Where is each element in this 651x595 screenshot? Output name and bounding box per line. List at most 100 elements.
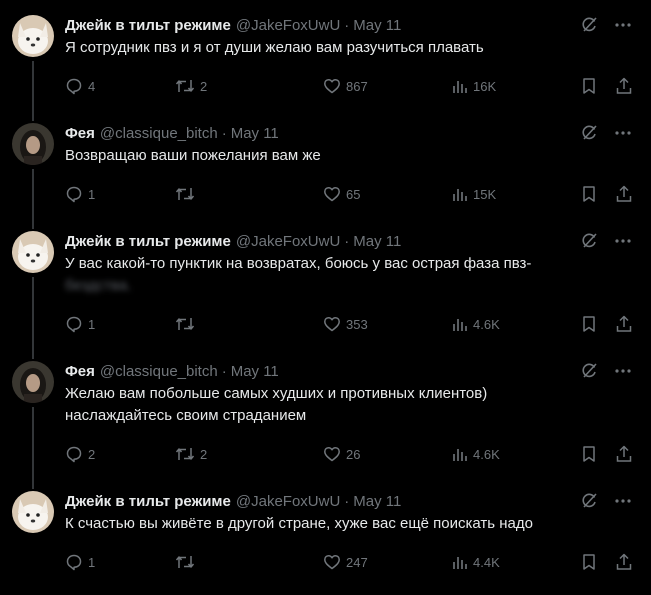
share-button[interactable] — [615, 313, 633, 335]
share-button[interactable] — [615, 443, 633, 465]
retweet-button[interactable]: 2 — [175, 75, 207, 97]
bookmark-button[interactable] — [581, 313, 597, 335]
retweet-button[interactable]: 2 — [175, 443, 207, 465]
reply-count: 1 — [88, 554, 96, 570]
bookmark-button[interactable] — [581, 551, 597, 573]
author-name[interactable]: Джейк в тильт режиме — [65, 17, 231, 34]
like-button[interactable]: 353 — [323, 313, 368, 335]
more-icon[interactable] — [613, 123, 633, 143]
view-count: 4.6K — [473, 446, 500, 462]
tweet-top-actions — [579, 491, 633, 511]
author-handle[interactable]: @JakeFoxUwU — [236, 493, 340, 510]
reply-count: 2 — [88, 446, 96, 462]
reply-button[interactable]: 1 — [65, 183, 95, 205]
like-count: 867 — [346, 78, 368, 94]
retweet-count: 2 — [200, 78, 208, 94]
share-icon — [616, 315, 632, 332]
more-icon[interactable] — [613, 15, 633, 35]
tweet-top-actions — [579, 231, 633, 251]
conversation-thread: Джейк в тильт режиме @JakeFoxUwU · May 1… — [0, 0, 651, 595]
separator: · — [344, 16, 350, 34]
views-button[interactable]: 4.4K — [452, 551, 500, 573]
author-handle[interactable]: @JakeFoxUwU — [236, 17, 340, 34]
retweet-icon — [175, 448, 195, 460]
tweet-date[interactable]: May 11 — [353, 233, 401, 250]
views-button[interactable]: 15K — [452, 183, 496, 205]
author-handle[interactable]: @classique_bitch — [100, 125, 218, 142]
views-button[interactable]: 4.6K — [452, 443, 500, 465]
retweet-button[interactable] — [175, 313, 200, 335]
avatar[interactable] — [12, 123, 54, 165]
thread-line — [32, 407, 34, 489]
tweet-header: Фея @classique_bitch · May 11 — [65, 361, 279, 381]
separator: · — [221, 362, 227, 380]
like-button[interactable]: 65 — [323, 183, 360, 205]
views-button[interactable]: 4.6K — [452, 313, 500, 335]
reply-icon — [66, 78, 82, 95]
share-button[interactable] — [615, 75, 633, 97]
more-icon[interactable] — [613, 361, 633, 381]
views-icon — [453, 557, 467, 569]
retweet-button[interactable] — [175, 183, 200, 205]
white-fox-icon — [12, 15, 54, 57]
tweet-header: Фея @classique_bitch · May 11 — [65, 123, 279, 143]
reply-button[interactable]: 4 — [65, 75, 95, 97]
share-button[interactable] — [615, 183, 633, 205]
retweet-icon — [175, 318, 195, 330]
author-name[interactable]: Джейк в тильт режиме — [65, 233, 231, 250]
avatar[interactable] — [12, 491, 54, 533]
tweet-header: Джейк в тильт режиме @JakeFoxUwU · May 1… — [65, 491, 401, 511]
retweet-count: 2 — [200, 446, 208, 462]
avatar[interactable] — [12, 15, 54, 57]
more-icon[interactable] — [613, 491, 633, 511]
views-icon — [453, 81, 467, 93]
avatar[interactable] — [12, 361, 54, 403]
grok-icon[interactable] — [579, 123, 599, 143]
like-button[interactable]: 867 — [323, 75, 368, 97]
tweet-actions: 1 353 4.6K — [65, 313, 637, 335]
like-button[interactable]: 26 — [323, 443, 360, 465]
tweet-actions: 2 2 26 4.6K — [65, 443, 637, 465]
share-button[interactable] — [615, 551, 633, 573]
view-count: 4.6K — [473, 316, 500, 332]
thread-line — [32, 277, 34, 359]
tweet-text-visible: Возвращаю ваши пожелания вам же — [65, 147, 321, 164]
share-icon — [616, 185, 632, 202]
author-name[interactable]: Фея — [65, 125, 95, 142]
share-icon — [616, 77, 632, 94]
tweet-date[interactable]: May 11 — [231, 363, 279, 380]
tweet-actions: 1 247 4.4K — [65, 551, 637, 573]
like-button[interactable]: 247 — [323, 551, 368, 573]
thread-line — [32, 61, 34, 121]
grok-icon[interactable] — [579, 15, 599, 35]
author-handle[interactable]: @JakeFoxUwU — [236, 233, 340, 250]
author-name[interactable]: Фея — [65, 363, 95, 380]
views-button[interactable]: 16K — [452, 75, 496, 97]
reply-icon — [66, 554, 82, 571]
thread-line — [32, 169, 34, 229]
heart-icon — [324, 446, 340, 462]
grok-icon[interactable] — [579, 231, 599, 251]
author-name[interactable]: Джейк в тильт режиме — [65, 493, 231, 510]
white-fox-icon — [12, 491, 54, 533]
heart-icon — [324, 554, 340, 570]
retweet-button[interactable] — [175, 551, 200, 573]
avatar[interactable] — [12, 231, 54, 273]
reply-button[interactable]: 1 — [65, 551, 95, 573]
tweet-date[interactable]: May 11 — [231, 125, 279, 142]
view-count: 16K — [473, 78, 497, 94]
tweet-date[interactable]: May 11 — [353, 17, 401, 34]
grok-icon[interactable] — [579, 361, 599, 381]
tweet-text-visible: К счастью вы живёте в другой стране, хуж… — [65, 515, 533, 532]
bookmark-button[interactable] — [581, 75, 597, 97]
tweet-text-blurred: бездства. — [65, 277, 132, 294]
retweet-icon — [175, 188, 195, 200]
tweet-date[interactable]: May 11 — [353, 493, 401, 510]
more-icon[interactable] — [613, 231, 633, 251]
reply-button[interactable]: 1 — [65, 313, 95, 335]
bookmark-button[interactable] — [581, 183, 597, 205]
grok-icon[interactable] — [579, 491, 599, 511]
reply-button[interactable]: 2 — [65, 443, 95, 465]
author-handle[interactable]: @classique_bitch — [100, 363, 218, 380]
bookmark-button[interactable] — [581, 443, 597, 465]
